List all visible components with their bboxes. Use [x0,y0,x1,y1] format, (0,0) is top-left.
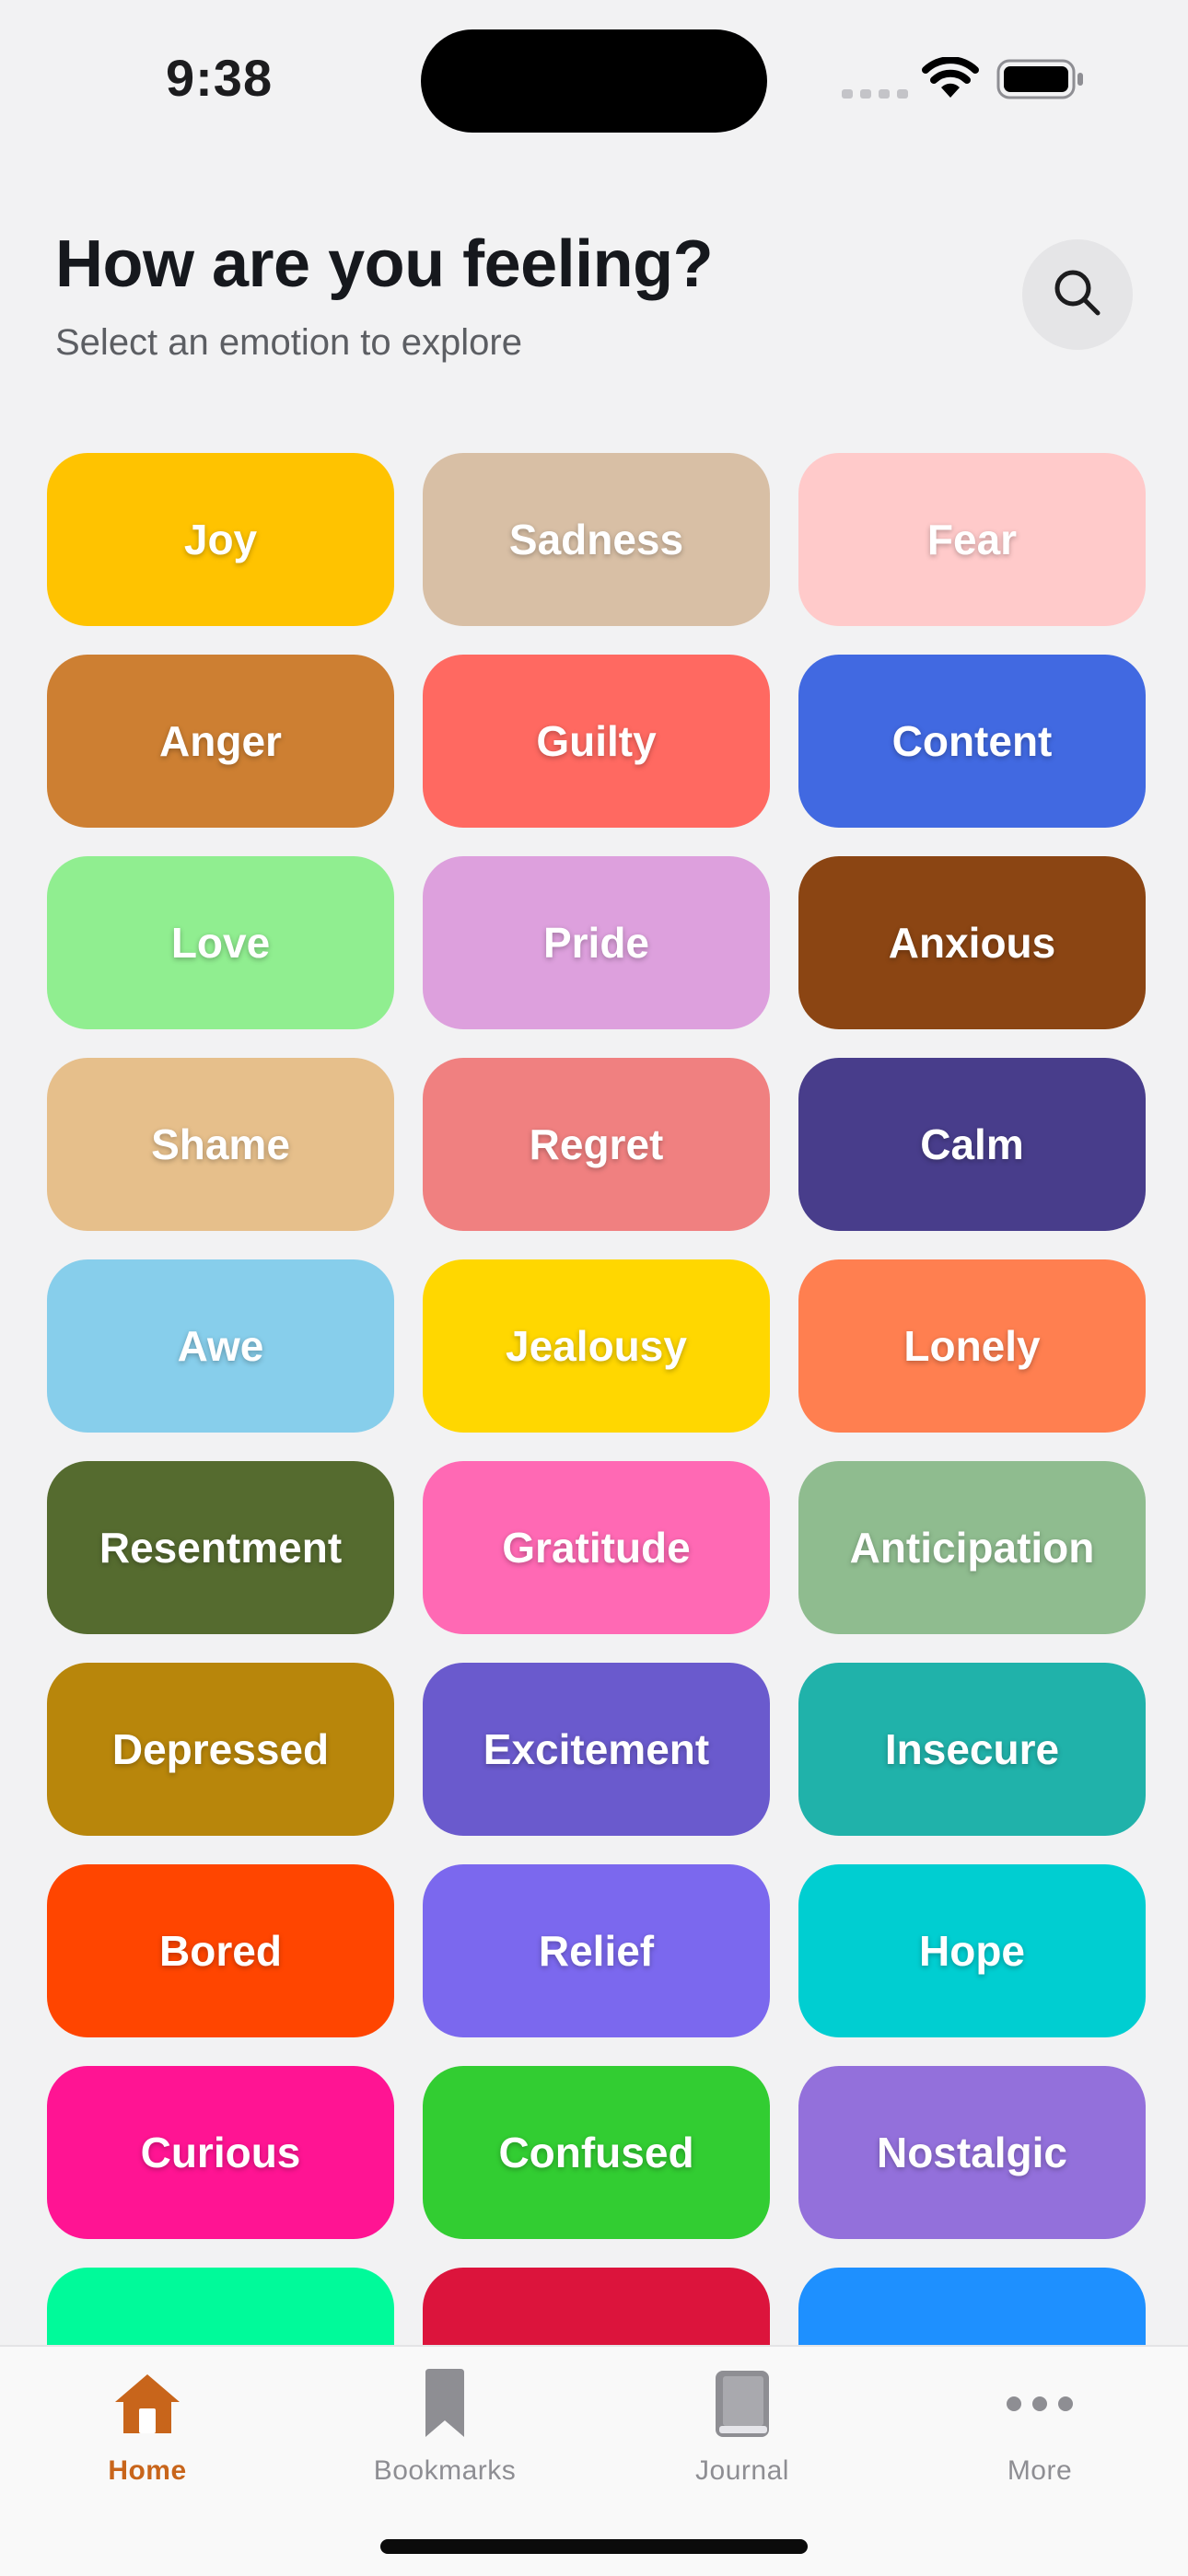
tab-more[interactable]: More [920,2367,1159,2487]
home-icon [28,2367,267,2441]
emotion-label: Content [891,717,1053,765]
emotion-tile[interactable]: Confused [423,2066,770,2239]
tab-more-label: More [1007,2455,1073,2486]
emotion-tile[interactable]: Guilty [423,655,770,828]
tab-bookmarks-label: Bookmarks [373,2455,517,2486]
bookmark-icon [325,2367,565,2441]
emotion-tile[interactable]: Gratitude [423,1461,770,1634]
emotion-tile[interactable]: Joy [47,453,394,626]
emotion-tile[interactable]: Content [798,655,1146,828]
emotion-label: Anxious [888,919,1056,967]
emotion-label: Joy [183,516,258,563]
search-icon [1050,265,1105,325]
cellular-signal-icon [842,87,915,103]
emotion-label: Resentment [99,1524,343,1572]
emotion-label: Nostalgic [876,2129,1068,2176]
emotion-label: Fear [926,516,1018,563]
search-button[interactable] [1022,239,1133,350]
emotion-tile[interactable]: Anticipation [798,1461,1146,1634]
emotion-label: Insecure [884,1725,1060,1773]
emotion-tile[interactable]: Depressed [47,1663,394,1836]
emotion-tile[interactable] [47,2268,394,2345]
emotion-label: Love [170,919,271,967]
emotion-label: Awe [177,1322,264,1370]
emotion-tile[interactable]: Love [47,856,394,1029]
status-bar: 9:38 [0,0,1188,138]
emotion-tile[interactable]: Insecure [798,1663,1146,1836]
emotion-label: Anger [159,717,282,765]
emotion-tile[interactable]: Resentment [47,1461,394,1634]
emotion-tile[interactable]: Calm [798,1058,1146,1231]
emotion-label: Curious [140,2129,301,2176]
emotion-tile[interactable]: Jealousy [423,1259,770,1433]
tab-home[interactable]: Home [28,2367,267,2487]
emotion-tile[interactable]: Awe [47,1259,394,1433]
more-dots-icon [920,2367,1159,2441]
emotion-label: Shame [151,1120,290,1168]
page-subtitle: Select an emotion to explore [55,322,522,363]
emotion-tile[interactable]: Lonely [798,1259,1146,1433]
book-icon [623,2367,862,2441]
emotion-tile[interactable]: Curious [47,2066,394,2239]
emotion-grid: Joy Sadness Fear Anger Guilty Content Love Prid… [47,453,1146,2345]
emotion-tile[interactable]: Shame [47,1058,394,1231]
emotion-tile[interactable]: Pride [423,856,770,1029]
emotion-tile[interactable]: Anger [47,655,394,828]
emotion-tile[interactable]: Bored [47,1864,394,2037]
emotion-label: Relief [538,1927,655,1975]
emotion-label: Calm [920,1120,1024,1168]
emotion-label: Guilty [536,717,657,765]
emotion-tile[interactable]: Regret [423,1058,770,1231]
tab-journal-label: Journal [695,2455,789,2486]
emotion-label: Confused [498,2129,694,2176]
wifi-icon [921,56,980,104]
emotion-tile[interactable]: Sadness [423,453,770,626]
battery-icon [996,59,1085,104]
emotion-label: Depressed [111,1725,330,1773]
dynamic-island [421,29,767,133]
emotion-label: Bored [159,1927,282,1975]
tab-bookmarks[interactable]: Bookmarks [325,2367,565,2487]
page-title: How are you feeling? [55,227,714,301]
emotion-tile[interactable]: Hope [798,1864,1146,2037]
emotion-tile[interactable]: Anxious [798,856,1146,1029]
emotion-label: Hope [919,1927,1025,1975]
emotion-label: Excitement [483,1725,710,1773]
tab-journal[interactable]: Journal [623,2367,862,2487]
emotion-tile[interactable]: Relief [423,1864,770,2037]
emotion-label: Jealousy [506,1322,687,1370]
emotion-label: Gratitude [502,1524,691,1572]
tab-home-label: Home [108,2455,187,2486]
emotion-tile[interactable]: Excitement [423,1663,770,1836]
emotion-label: Anticipation [849,1524,1095,1572]
emotion-tile[interactable] [423,2268,770,2345]
emotion-tile[interactable] [798,2268,1146,2345]
emotion-label: Pride [542,919,650,967]
emotion-label: Sadness [508,516,684,563]
status-time: 9:38 [166,49,274,107]
home-indicator [380,2539,808,2554]
emotion-tile[interactable]: Fear [798,453,1146,626]
emotion-label: Lonely [903,1322,1041,1370]
emotion-label: Regret [529,1120,664,1168]
emotion-tile[interactable]: Nostalgic [798,2066,1146,2239]
